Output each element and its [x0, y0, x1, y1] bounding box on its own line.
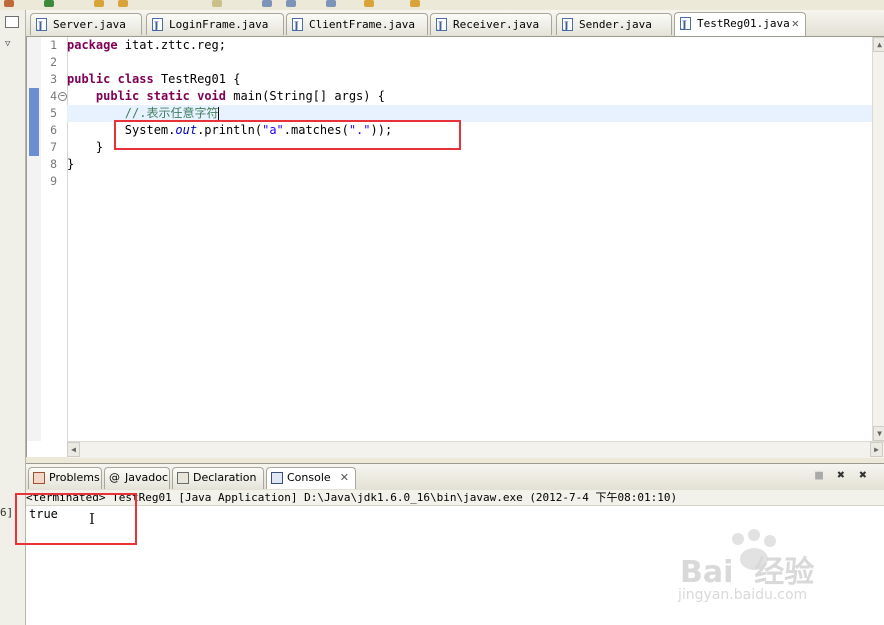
- code-text: main(String[] args) {: [226, 89, 385, 103]
- terminate-icon[interactable]: ■: [812, 469, 826, 483]
- line-number: 3: [50, 72, 57, 86]
- line-number: 6: [50, 123, 57, 137]
- fold-collapse-icon[interactable]: −: [58, 92, 67, 101]
- editor-icon[interactable]: [262, 0, 272, 7]
- javadoc-icon: @: [109, 471, 120, 484]
- view-menu-icon[interactable]: ▽: [5, 39, 17, 49]
- java-file-icon: [292, 16, 303, 37]
- tab-label: Declaration: [193, 471, 257, 484]
- overview-ruler-left: [27, 37, 42, 441]
- keyword: static: [146, 89, 190, 103]
- tab-problems[interactable]: Problems: [28, 467, 102, 489]
- declaration-icon: [177, 472, 189, 484]
- problems-icon: [33, 472, 45, 484]
- console-header: <terminated> TestReg01 [Java Application…: [26, 490, 884, 506]
- change-marker: [29, 88, 39, 156]
- restore-icon[interactable]: [5, 16, 19, 28]
- nav-icon[interactable]: [326, 0, 336, 7]
- java-file-icon: [152, 16, 163, 37]
- code-line-8: }: [67, 157, 75, 171]
- java-file-icon: [562, 16, 573, 37]
- line-number: 8: [50, 157, 57, 171]
- line-number: 2: [50, 55, 57, 69]
- editor-tab-bar: Server.java LoginFrame.java ClientFrame.…: [26, 10, 884, 37]
- tab-label: Javadoc: [125, 471, 168, 484]
- tab-testreg01-java[interactable]: TestReg01.java ✕: [674, 12, 806, 36]
- keyword: class: [117, 72, 154, 86]
- close-icon[interactable]: ✕: [340, 468, 349, 488]
- tab-declaration[interactable]: Declaration: [172, 467, 264, 489]
- scroll-right-icon[interactable]: ▶: [870, 442, 883, 457]
- tab-sender-java[interactable]: Sender.java: [556, 13, 672, 37]
- keyword: void: [197, 89, 226, 103]
- horizontal-scrollbar[interactable]: ◀ ▶: [67, 441, 884, 458]
- console-icon: [271, 472, 283, 484]
- code-text: TestReg01 {: [153, 72, 241, 86]
- console-view[interactable]: <terminated> TestReg01 [Java Application…: [26, 490, 884, 625]
- keyword: public: [67, 72, 111, 86]
- java-file-icon: [36, 16, 47, 37]
- keyword: public: [95, 89, 140, 103]
- left-gutter-marker: 6]: [0, 506, 14, 519]
- tab-javadoc[interactable]: @ Javadoc: [104, 467, 170, 489]
- tab-label: Sender.java: [579, 18, 652, 31]
- code-text[interactable]: package itat.zttc.reg; public class Test…: [67, 37, 872, 441]
- tab-label: Problems: [49, 471, 100, 484]
- annotation-box-output: [15, 493, 137, 545]
- java-file-icon: [436, 16, 447, 37]
- code-line-7: }: [67, 140, 104, 154]
- annotation-box-code: [114, 120, 461, 150]
- tab-label: ClientFrame.java: [309, 18, 415, 31]
- debug-icon[interactable]: [44, 0, 54, 7]
- line-number-gutter: 1 2 3 4 − 5 6 7 8 9: [41, 37, 68, 441]
- remove-launch-icon[interactable]: ✖: [834, 469, 848, 483]
- view-icon[interactable]: [286, 0, 296, 7]
- line-number: 7: [50, 140, 57, 154]
- forward-icon[interactable]: [410, 0, 420, 7]
- code-text: itat.zttc.reg;: [117, 38, 226, 52]
- keyword: package: [67, 38, 118, 52]
- text-caret: [218, 106, 220, 121]
- vertical-scrollbar[interactable]: ▲ ▼: [872, 37, 884, 441]
- line-number: 4: [50, 89, 57, 103]
- tab-clientframe-java[interactable]: ClientFrame.java: [286, 13, 428, 37]
- tab-receiver-java[interactable]: Receiver.java: [430, 13, 552, 37]
- tab-loginframe-java[interactable]: LoginFrame.java: [146, 13, 284, 37]
- line-number: 1: [50, 38, 57, 52]
- new-icon[interactable]: [94, 0, 104, 7]
- tab-server-java[interactable]: Server.java: [30, 13, 142, 37]
- code-editor[interactable]: 1 2 3 4 − 5 6 7 8 9 package itat.zttc.re…: [26, 37, 884, 458]
- bottom-panel-tab-bar: Problems @ Javadoc Declaration Console ✕…: [26, 463, 884, 491]
- scroll-left-icon[interactable]: ◀: [67, 442, 80, 457]
- tab-label: LoginFrame.java: [169, 18, 269, 31]
- scroll-down-icon[interactable]: ▼: [873, 426, 884, 441]
- line-number: 9: [50, 174, 57, 188]
- remove-all-terminated-icon[interactable]: ✖: [856, 469, 870, 483]
- comment: //.表示任意字符: [67, 106, 219, 120]
- scroll-up-icon[interactable]: ▲: [873, 37, 884, 52]
- search-icon[interactable]: [212, 0, 222, 7]
- close-icon[interactable]: ✕: [792, 13, 799, 34]
- open-icon[interactable]: [118, 0, 128, 7]
- code-line-4: public static void main(String[] args) {: [67, 88, 385, 105]
- run-icon[interactable]: [4, 0, 14, 7]
- code-line-1: package itat.zttc.reg;: [67, 37, 226, 54]
- code-line-3: public class TestReg01 {: [67, 71, 240, 88]
- tab-console[interactable]: Console ✕: [266, 467, 356, 489]
- back-icon[interactable]: [364, 0, 374, 7]
- tab-label: Server.java: [53, 18, 126, 31]
- tab-label: TestReg01.java: [697, 17, 790, 30]
- tab-label: Console: [287, 471, 331, 484]
- java-file-icon: [680, 15, 691, 36]
- line-number: 5: [50, 106, 57, 120]
- tab-label: Receiver.java: [453, 18, 540, 31]
